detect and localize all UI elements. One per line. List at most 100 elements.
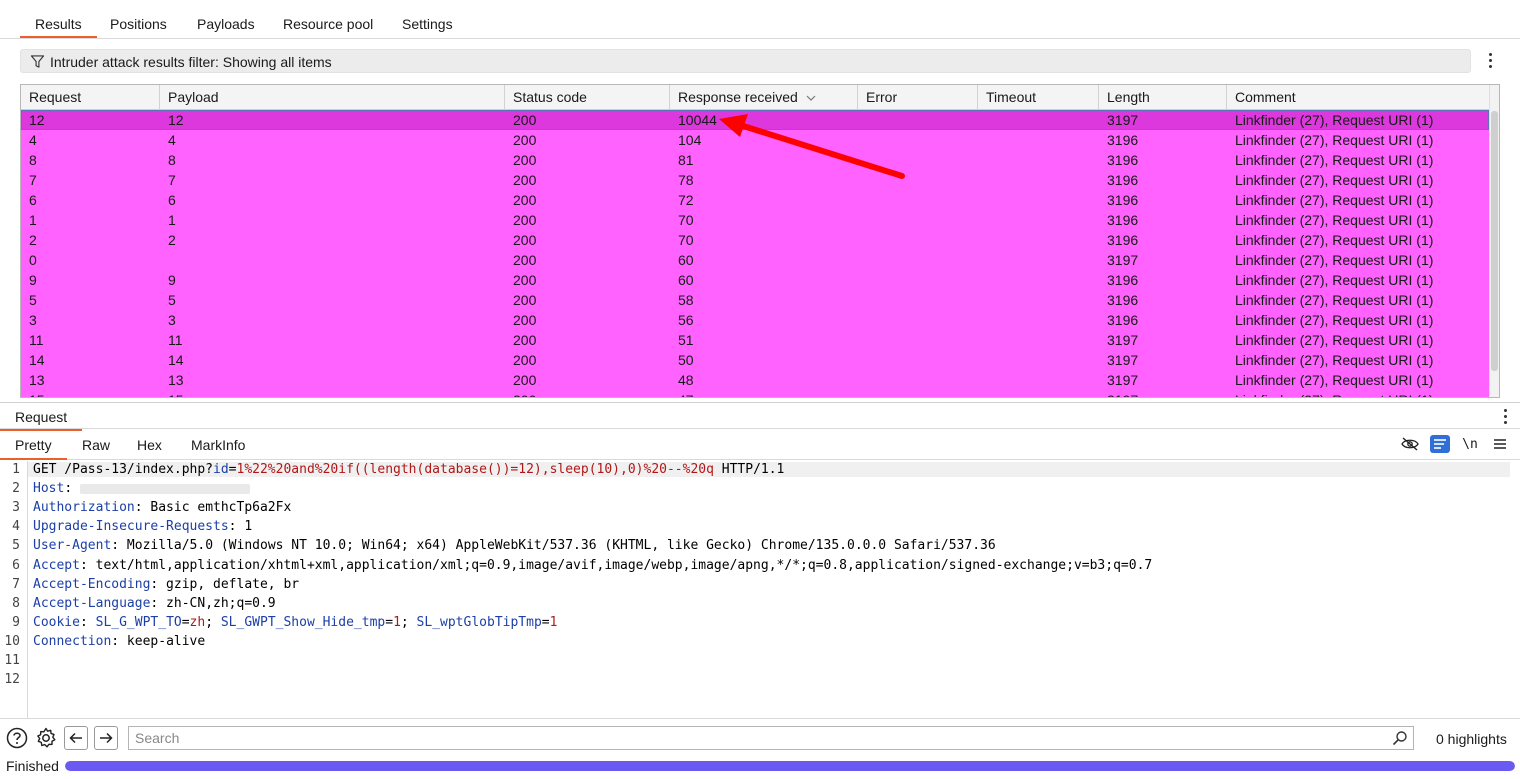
- cell-status-code: 200: [513, 112, 537, 128]
- cell-timeout: [978, 110, 1099, 130]
- search-input[interactable]: [128, 726, 1414, 750]
- cell-timeout: [978, 190, 1099, 210]
- tab-results[interactable]: Results: [20, 16, 97, 38]
- code-text: ;: [400, 615, 417, 630]
- cell-timeout: [978, 370, 1099, 390]
- code-text: =: [228, 462, 237, 477]
- code-line: Accept-Encoding: gzip, deflate, br: [33, 577, 299, 592]
- cell-length: 3197: [1107, 112, 1139, 128]
- table-row[interactable]: 2 2 200 70 3196 Linkfinder (27), Request URI …: [21, 230, 1489, 250]
- code-text: GET /Pass-13/index.php?: [33, 462, 214, 477]
- table-row[interactable]: 1515200473197Linkfinder (27), Request UR…: [21, 390, 1489, 397]
- code-text: : keep-alive: [111, 634, 206, 649]
- cell-payload: 1: [168, 212, 176, 228]
- table-row[interactable]: 13 13 200 48 3197 Linkfinder (27), Request UR…: [21, 370, 1489, 390]
- tab-resource-pool[interactable]: Resource pool: [283, 16, 373, 32]
- scrollbar-thumb[interactable]: [1491, 111, 1498, 371]
- line-number: 1: [12, 462, 20, 477]
- table-row[interactable]: 1 1 200 70 3196 Linkfinder (27), Request URI …: [21, 210, 1489, 230]
- table-row[interactable]: 5 5 200 58 3196 Linkfinder (27), Request URI …: [21, 290, 1489, 310]
- cell-error: [858, 330, 978, 350]
- line-number: 10: [4, 634, 20, 649]
- table-row[interactable]: 9 9 200 60 3196 Linkfinder (27), Request URI …: [21, 270, 1489, 290]
- col-length[interactable]: Length: [1099, 85, 1227, 110]
- tab-pretty[interactable]: Pretty: [0, 437, 66, 460]
- cell-length: 3196: [1107, 312, 1139, 328]
- cell-status-code: 200: [513, 252, 537, 268]
- table-row[interactable]: 11 11 200 51 3197 Linkfinder (27), Request UR…: [21, 330, 1489, 350]
- cell-timeout: [978, 390, 1099, 397]
- hide-nonprintable-icon[interactable]: [1400, 435, 1420, 453]
- code-text: =: [541, 615, 550, 630]
- next-match-button[interactable]: [94, 726, 118, 750]
- col-comment[interactable]: Comment: [1227, 85, 1491, 110]
- tab-markinfo[interactable]: MarkInfo: [191, 437, 245, 453]
- cell-payload: 13: [168, 372, 184, 388]
- cell-response-received: 60: [678, 252, 694, 268]
- header-key: Accept-Encoding: [33, 577, 151, 592]
- table-row[interactable]: 0 200 60 3197 Linkfinder (27), Request URI (…: [21, 250, 1489, 270]
- gear-icon[interactable]: [34, 726, 58, 750]
- cell-error: [858, 190, 978, 210]
- cell-length: 3197: [1107, 372, 1139, 388]
- col-error[interactable]: Error: [858, 85, 978, 110]
- cell-payload: 5: [168, 292, 176, 308]
- cell-response-received: 70: [678, 232, 694, 248]
- cell-status-code: 200: [513, 232, 537, 248]
- cell-timeout: [978, 230, 1099, 250]
- help-icon[interactable]: [5, 726, 29, 750]
- top-tab-bar: Results Positions Payloads Resource pool…: [0, 0, 1520, 39]
- request-editor[interactable]: 1 2 3 4 5 6 7 8 9 10 11 12 GET /Pass-13/index.php?i…: [0, 461, 1520, 718]
- request-panel-title[interactable]: Request: [0, 409, 83, 431]
- col-response-received[interactable]: Response received: [670, 85, 858, 110]
- cell-request: 8: [29, 152, 37, 168]
- newline-toggle-icon[interactable]: \n: [1460, 435, 1480, 453]
- cell-request: 13: [29, 372, 45, 388]
- cell-response-received: 51: [678, 332, 694, 348]
- tab-hex[interactable]: Hex: [137, 437, 162, 453]
- tab-payloads[interactable]: Payloads: [197, 16, 255, 32]
- line-number: 9: [12, 615, 20, 630]
- request-menu-icon[interactable]: [1504, 409, 1508, 425]
- tab-settings[interactable]: Settings: [402, 16, 453, 32]
- line-number: 11: [4, 653, 20, 668]
- col-request[interactable]: Request: [21, 85, 160, 110]
- cell-comment: Linkfinder (27), Request URI (1): [1235, 172, 1434, 188]
- col-payload[interactable]: Payload: [160, 85, 505, 110]
- cell-payload: 14: [168, 352, 184, 368]
- cell-status-code: 200: [513, 192, 537, 208]
- header-key: Authorization: [33, 500, 135, 515]
- redacted-host: [79, 483, 250, 494]
- cell-length: 3197: [1107, 252, 1139, 268]
- col-timeout[interactable]: Timeout: [978, 85, 1099, 110]
- table-row[interactable]: 3 3 200 56 3196 Linkfinder (27), Request URI …: [21, 310, 1489, 330]
- cell-timeout: [978, 290, 1099, 310]
- cell-timeout: [978, 350, 1099, 370]
- tab-positions[interactable]: Positions: [110, 16, 167, 32]
- cell-comment: Linkfinder (27), Request URI (1): [1235, 192, 1434, 208]
- tab-raw[interactable]: Raw: [82, 437, 110, 453]
- cell-request: 7: [29, 172, 37, 188]
- results-filter-bar[interactable]: Intruder attack results filter: Showing …: [20, 49, 1471, 73]
- cell-length: 3197: [1107, 352, 1139, 368]
- hamburger-menu-icon[interactable]: [1490, 435, 1510, 453]
- cell-timeout: [978, 170, 1099, 190]
- col-status-code[interactable]: Status code: [505, 85, 670, 110]
- previous-match-button[interactable]: [64, 726, 88, 750]
- cell-payload: 4: [168, 132, 176, 148]
- table-scrollbar[interactable]: [1489, 85, 1499, 397]
- table-row[interactable]: 14 14 200 50 3197 Linkfinder (27), Request UR…: [21, 350, 1489, 370]
- table-row[interactable]: 6 6 200 72 3196 Linkfinder (27), Request URI …: [21, 190, 1489, 210]
- pretty-format-icon[interactable]: [1430, 435, 1450, 453]
- line-number: 7: [12, 577, 20, 592]
- header-key: Accept-Language: [33, 596, 151, 611]
- cell-payload: 7: [168, 172, 176, 188]
- attack-progress-bar: [65, 761, 1515, 771]
- line-number: 12: [4, 672, 20, 687]
- cell-comment: Linkfinder (27), Request URI (1): [1235, 372, 1434, 388]
- cell-request: 15: [21, 390, 160, 397]
- results-menu-icon[interactable]: [1489, 53, 1493, 69]
- code-line: Accept-Language: zh-CN,zh;q=0.9: [33, 596, 276, 611]
- line-number: 5: [12, 538, 20, 553]
- cell-length: 3196: [1107, 192, 1139, 208]
